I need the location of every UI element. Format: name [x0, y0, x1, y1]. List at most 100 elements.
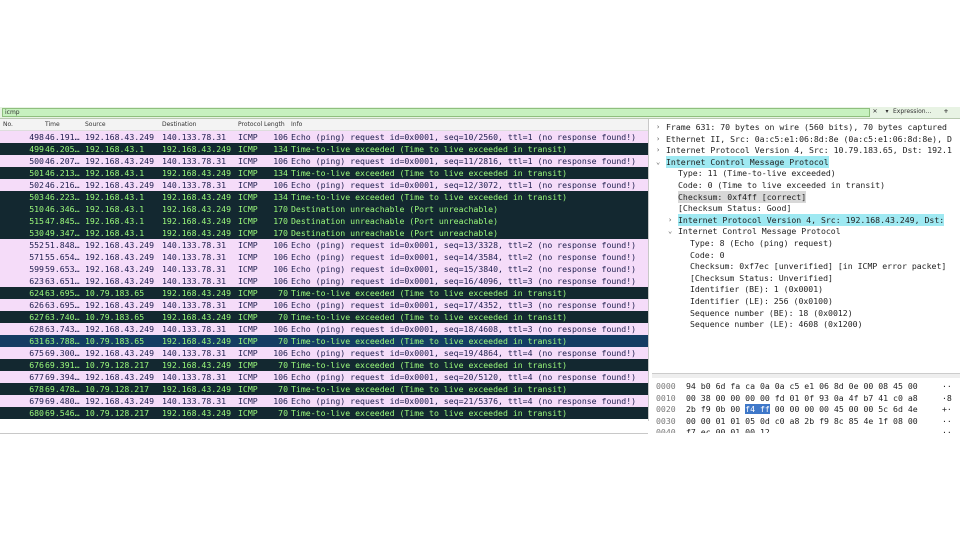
packet-row[interactable]: 571 55.654… 192.168.43.249 140.133.78.31 ICM… — [0, 251, 648, 263]
packet-cell-no: 628 — [29, 324, 44, 334]
detail-tree-item[interactable]: Type: 8 (Echo (ping) request) — [690, 237, 833, 249]
column-header-source[interactable]: Source — [85, 121, 106, 128]
packet-cell-src: 192.168.43.249 — [85, 396, 155, 406]
packet-cell-no: 677 — [29, 372, 44, 382]
expand-arrow-icon[interactable]: › — [656, 121, 660, 133]
packet-row[interactable]: 675 69.300… 192.168.43.249 140.133.78.31 ICM… — [0, 347, 648, 359]
detail-tree-item[interactable]: [Checksum Status: Good] — [678, 202, 791, 214]
hex-bytes[interactable]: f7 ec 00 01 00 12 — [686, 426, 770, 433]
packet-cell-info: Echo (ping) request id=0x0001, seq=21/53… — [291, 396, 637, 406]
packet-row[interactable]: 624 63.695… 10.79.183.65 192.168.43.249 ICMP… — [0, 287, 648, 299]
packet-cell-proto: ICMP — [238, 168, 258, 178]
detail-tree-item[interactable]: Sequence number (BE): 18 (0x0012) — [690, 307, 853, 319]
packet-cell-time: 63.740… — [45, 312, 80, 322]
detail-tree-item[interactable]: Identifier (LE): 256 (0x0100) — [690, 295, 833, 307]
detail-tree-item[interactable]: Internet Control Message Protocol — [678, 225, 841, 237]
detail-tree-item[interactable]: Internet Protocol Version 4, Src: 192.16… — [678, 213, 945, 226]
packet-row[interactable]: 499 46.205… 192.168.43.1 192.168.43.249 ICMP… — [0, 143, 648, 155]
packet-row[interactable]: 510 46.346… 192.168.43.1 192.168.43.249 ICMP… — [0, 203, 648, 215]
expression-button[interactable]: Expression… — [893, 108, 937, 116]
packet-cell-len: 106 — [273, 264, 288, 274]
selected-hex-bytes[interactable]: f4 ff — [745, 404, 770, 415]
detail-tree-item[interactable]: Checksum: 0xf4ff [correct] — [678, 190, 807, 203]
packet-row[interactable]: 623 63.651… 192.168.43.249 140.133.78.31 ICM… — [0, 275, 648, 287]
packet-row[interactable]: 679 69.480… 192.168.43.249 140.133.78.31 ICM… — [0, 395, 648, 407]
packet-cell-proto: ICMP — [238, 132, 258, 142]
detail-tree-item[interactable]: [Checksum Status: Unverified] — [690, 272, 833, 284]
packet-row[interactable]: 502 46.216… 192.168.43.249 140.133.78.31 ICM… — [0, 179, 648, 191]
expand-arrow-icon[interactable]: › — [656, 133, 660, 145]
packet-cell-proto: ICMP — [238, 384, 258, 394]
packet-row[interactable]: 530 49.347… 192.168.43.1 192.168.43.249 ICMP… — [0, 227, 648, 239]
detail-tree-item[interactable]: Ethernet II, Src: 0a:c5:e1:06:8d:8e (0a:… — [666, 133, 952, 145]
packet-cell-no: 552 — [29, 240, 44, 250]
column-header-length[interactable]: Length — [264, 121, 285, 128]
packet-row[interactable]: 626 63.695… 192.168.43.249 140.133.78.31 ICM… — [0, 299, 648, 311]
packet-cell-dst: 192.168.43.249 — [162, 216, 232, 226]
collapse-arrow-icon[interactable]: ⌄ — [656, 156, 660, 168]
detail-tree-item[interactable]: Identifier (BE): 1 (0x0001) — [690, 283, 823, 295]
packet-row[interactable]: 628 63.743… 192.168.43.249 140.133.78.31 ICM… — [0, 323, 648, 335]
filter-history-dropdown-icon[interactable]: ▾ — [882, 108, 892, 116]
column-header-no[interactable]: No. — [3, 121, 13, 128]
packet-cell-len: 106 — [273, 300, 288, 310]
column-header-destination[interactable]: Destination — [162, 121, 196, 128]
detail-tree-item[interactable]: Internet Control Message Protocol — [666, 155, 829, 168]
column-header-info[interactable]: Info — [291, 121, 302, 128]
packet-cell-src: 192.168.43.249 — [85, 156, 155, 166]
hex-bytes[interactable]: 2b f9 0b 00 f4 ff 00 00 00 00 45 00 00 5… — [686, 403, 918, 415]
packet-cell-src: 10.79.183.65 — [85, 336, 145, 346]
packet-cell-time: 63.695… — [45, 300, 80, 310]
collapse-arrow-icon[interactable]: ⌄ — [668, 225, 672, 237]
packet-row[interactable]: 503 46.223… 192.168.43.1 192.168.43.249 ICMP… — [0, 191, 648, 203]
detail-tree-item[interactable]: Internet Protocol Version 4, Src: 10.79.… — [666, 144, 952, 156]
packet-cell-len: 170 — [273, 216, 288, 226]
packet-cell-len: 106 — [273, 276, 288, 286]
detail-tree-item[interactable]: Checksum: 0xf7ec [unverified] [in ICMP e… — [690, 260, 946, 272]
packet-row[interactable]: 680 69.546… 10.79.128.217 192.168.43.249 ICM… — [0, 407, 648, 419]
packet-cell-len: 134 — [273, 144, 288, 154]
detail-tree-item[interactable]: Code: 0 — [690, 249, 725, 261]
detail-tree-item[interactable]: Type: 11 (Time-to-live exceeded) — [678, 167, 836, 179]
packet-cell-dst: 140.133.78.31 — [162, 240, 227, 250]
packet-row[interactable]: 676 69.391… 10.79.128.217 192.168.43.249 ICM… — [0, 359, 648, 371]
packet-cell-info: Destination unreachable (Port unreachabl… — [291, 216, 499, 226]
packet-row[interactable]: 677 69.394… 192.168.43.249 140.133.78.31 ICM… — [0, 371, 648, 383]
packet-row[interactable]: 552 51.848… 192.168.43.249 140.133.78.31 ICM… — [0, 239, 648, 251]
column-header-protocol[interactable]: Protocol — [238, 121, 262, 128]
packet-row[interactable]: 631 63.788… 10.79.183.65 192.168.43.249 ICMP… — [0, 335, 648, 347]
packet-cell-time: 69.478… — [45, 384, 80, 394]
packet-row[interactable]: 627 63.740… 10.79.183.65 192.168.43.249 ICMP… — [0, 311, 648, 323]
packet-row[interactable]: 501 46.213… 192.168.43.1 192.168.43.249 ICMP… — [0, 167, 648, 179]
packet-cell-len: 170 — [273, 228, 288, 238]
packet-row[interactable]: 500 46.207… 192.168.43.249 140.133.78.31 ICM… — [0, 155, 648, 167]
packet-cell-info: Echo (ping) request id=0x0001, seq=19/48… — [291, 348, 637, 358]
detail-tree-item[interactable]: Frame 631: 70 bytes on wire (560 bits), … — [666, 121, 947, 133]
detail-tree-item[interactable]: Sequence number (LE): 4608 (0x1200) — [690, 318, 863, 330]
packet-cell-info: Echo (ping) request id=0x0001, seq=18/46… — [291, 324, 637, 334]
add-filter-button[interactable]: + — [940, 108, 952, 116]
clear-filter-icon[interactable]: ✕ — [870, 108, 880, 116]
packet-cell-time: 63.695… — [45, 288, 80, 298]
packet-cell-no: 510 — [29, 204, 44, 214]
expand-arrow-icon[interactable]: › — [656, 144, 660, 156]
packet-row[interactable]: 515 47.845… 192.168.43.1 192.168.43.249 ICMP… — [0, 215, 648, 227]
hex-bytes[interactable]: 94 b0 6d fa ca 0a 0a c5 e1 06 8d 0e 00 0… — [686, 380, 918, 392]
packet-row[interactable]: 498 46.191… 192.168.43.249 140.133.78.31 ICM… — [0, 131, 648, 143]
packet-cell-src: 192.168.43.249 — [85, 252, 155, 262]
display-filter-input[interactable]: icmp — [2, 108, 870, 117]
detail-tree-item[interactable]: Code: 0 (Time to live exceeded in transi… — [678, 179, 885, 191]
expand-arrow-icon[interactable]: › — [668, 214, 672, 226]
packet-cell-no: 515 — [29, 216, 44, 226]
packet-cell-time: 59.653… — [45, 264, 80, 274]
hex-offset: 0000 — [656, 381, 676, 391]
packet-row[interactable]: 599 59.653… 192.168.43.249 140.133.78.31 ICM… — [0, 263, 648, 275]
packet-cell-len: 70 — [278, 384, 288, 394]
hex-bytes[interactable]: 00 00 01 01 05 0d c0 a8 2b f9 8c 85 4e 1… — [686, 415, 918, 427]
column-header-time[interactable]: Time — [45, 121, 60, 128]
packet-cell-proto: ICMP — [238, 180, 258, 190]
hex-offset: 0020 — [656, 404, 676, 415]
packet-cell-info: Echo (ping) request id=0x0001, seq=14/35… — [291, 252, 637, 262]
packet-row[interactable]: 678 69.478… 10.79.128.217 192.168.43.249 ICM… — [0, 383, 648, 395]
hex-bytes[interactable]: 00 38 00 00 00 00 fd 01 0f 93 0a 4f b7 4… — [686, 392, 918, 404]
